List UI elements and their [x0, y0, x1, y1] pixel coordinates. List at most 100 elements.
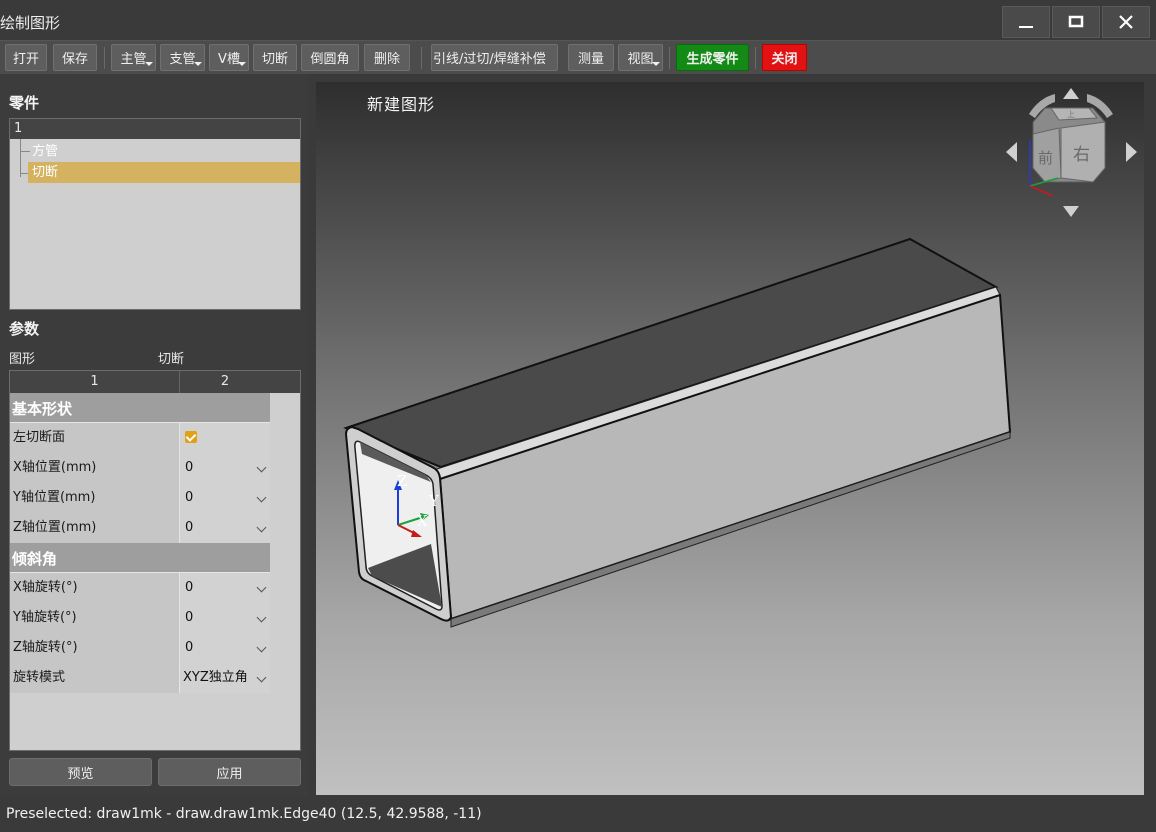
apply-button[interactable]: 应用: [158, 758, 301, 786]
left-cut-checkbox-cell[interactable]: [180, 423, 270, 453]
tree-item-cut[interactable]: 切断: [28, 162, 300, 183]
shape-label: 图形: [9, 352, 36, 367]
property-label: Y轴旋转(°): [10, 603, 180, 633]
open-button[interactable]: 打开: [5, 44, 47, 71]
generate-part-button[interactable]: 生成零件: [676, 44, 749, 71]
cube-right-label: 右: [1073, 145, 1090, 165]
column-header: 2: [220, 374, 230, 389]
view-label: 视图: [627, 52, 654, 67]
property-label: 旋转模式: [10, 663, 180, 693]
cube-top-label: 上: [1067, 110, 1075, 119]
window-title: 绘制图形: [0, 14, 61, 32]
maximize-button[interactable]: [1052, 6, 1100, 38]
property-label: X轴位置(mm): [10, 453, 180, 483]
chevron-down-icon[interactable]: [256, 612, 267, 623]
z-axis-label: Z: [397, 472, 407, 490]
fillet-button[interactable]: 倒圆角: [301, 44, 359, 71]
left-cut-checkbox[interactable]: [185, 431, 197, 443]
z-position-field[interactable]: 0: [180, 513, 270, 543]
preview-button[interactable]: 预览: [9, 758, 152, 786]
y-position-field[interactable]: 0: [180, 483, 270, 513]
toolbar-separator: [755, 47, 756, 69]
toolbar-separator: [104, 47, 105, 69]
main-pipe-label: 主管: [120, 52, 147, 67]
property-grid: 1 2 基本形状 左切断面 X轴位置(mm) 0 Y轴位置(mm) 0 Z轴位置…: [9, 370, 301, 751]
title-bar: 绘制图形: [0, 0, 1156, 40]
lead-weld-button[interactable]: 引线/过切/焊缝补偿: [431, 44, 558, 71]
cube-y-axis: [1029, 185, 1054, 197]
navigation-cube[interactable]: 上 前 右: [1001, 82, 1141, 222]
params-section-title: 参数: [9, 320, 40, 338]
property-label: X轴旋转(°): [10, 573, 180, 603]
v-groove-dropdown[interactable]: V槽: [209, 44, 249, 71]
y-axis-label: Y: [428, 492, 440, 510]
toolbar-separator: [669, 47, 670, 69]
x-rotation-value: 0: [185, 580, 194, 595]
branch-pipe-dropdown[interactable]: 支管: [160, 44, 205, 71]
branch-pipe-label: 支管: [169, 52, 196, 67]
x-axis-label: X: [417, 512, 428, 530]
3d-viewport[interactable]: 新建图形 Z X Y 上 前 右: [316, 82, 1144, 795]
v-groove-label: V槽: [218, 52, 240, 67]
chevron-down-icon[interactable]: [256, 462, 267, 473]
property-label: Z轴旋转(°): [10, 633, 180, 663]
property-row: 旋转模式 XYZ独立角: [10, 663, 270, 693]
chevron-down-icon[interactable]: [256, 672, 267, 683]
chevron-down-icon[interactable]: [256, 522, 267, 533]
left-panel: 零件 1 方管 切断 参数 图形 切断 1 2 基本形状 左切断面 X轴位置(m…: [0, 74, 308, 796]
main-pipe-dropdown[interactable]: 主管: [111, 44, 156, 71]
property-row: X轴旋转(°) 0: [10, 573, 270, 603]
x-position-field[interactable]: 0: [180, 453, 270, 483]
y-rotation-field[interactable]: 0: [180, 603, 270, 633]
property-row: Y轴旋转(°) 0: [10, 603, 270, 633]
cut-button[interactable]: 切断: [253, 44, 297, 71]
cube-front-label: 前: [1038, 149, 1053, 167]
close-window-button[interactable]: [1102, 6, 1150, 38]
close-button[interactable]: 关闭: [762, 44, 807, 71]
rotation-mode-select[interactable]: XYZ独立角: [180, 663, 270, 693]
measure-button[interactable]: 测量: [568, 44, 614, 71]
app-window: 绘制图形 打开 保存 主管 支管 V槽 切断 倒圆角 删除 引线/过切/焊缝补偿…: [0, 0, 1156, 832]
y-rotation-value: 0: [185, 610, 194, 625]
delete-button[interactable]: 删除: [364, 44, 410, 71]
category-tilt-angle[interactable]: 倾斜角: [10, 543, 270, 573]
y-position-value: 0: [185, 490, 194, 505]
x-rotation-field[interactable]: 0: [180, 573, 270, 603]
property-label: Z轴位置(mm): [10, 513, 180, 543]
parts-tree-header: 1: [10, 119, 300, 139]
close-icon: [1119, 15, 1133, 29]
category-basic-shape[interactable]: 基本形状: [10, 393, 270, 423]
property-row: Y轴位置(mm) 0: [10, 483, 270, 513]
z-rotation-value: 0: [185, 640, 194, 655]
parts-section-title: 零件: [9, 94, 40, 112]
property-row: Z轴旋转(°) 0: [10, 633, 270, 663]
z-position-value: 0: [185, 520, 194, 535]
chevron-down-icon[interactable]: [256, 642, 267, 653]
category-label: 倾斜角: [12, 550, 58, 568]
rotate-left-icon[interactable]: [1006, 142, 1017, 162]
toolbar: 打开 保存 主管 支管 V槽 切断 倒圆角 删除 引线/过切/焊缝补偿 测量 视…: [0, 40, 1156, 74]
save-button[interactable]: 保存: [53, 44, 97, 71]
property-label: 左切断面: [10, 423, 180, 453]
chevron-down-icon[interactable]: [256, 492, 267, 503]
rotate-down-icon[interactable]: [1063, 206, 1079, 217]
chevron-down-icon: [194, 62, 202, 66]
chevron-down-icon: [238, 62, 246, 66]
status-bar: Preselected: draw1mk - draw.draw1mk.Edge…: [0, 796, 1156, 832]
property-label: Y轴位置(mm): [10, 483, 180, 513]
rotate-up-icon[interactable]: [1063, 88, 1079, 99]
column-header: 1: [10, 371, 180, 393]
minimize-button[interactable]: [1002, 6, 1050, 38]
parts-tree[interactable]: 1 方管 切断: [9, 118, 301, 310]
property-grid-header: 1 2: [10, 371, 300, 393]
z-rotation-field[interactable]: 0: [180, 633, 270, 663]
chevron-down-icon[interactable]: [256, 582, 267, 593]
chevron-down-icon: [652, 62, 660, 66]
view-dropdown[interactable]: 视图: [618, 44, 663, 71]
property-row: Z轴位置(mm) 0: [10, 513, 270, 543]
tree-item-square-tube[interactable]: 方管: [28, 141, 58, 162]
tree-connector: [20, 139, 21, 177]
rotate-right-icon[interactable]: [1126, 142, 1137, 162]
minimize-icon: [1019, 26, 1033, 28]
toolbar-separator: [421, 47, 422, 69]
